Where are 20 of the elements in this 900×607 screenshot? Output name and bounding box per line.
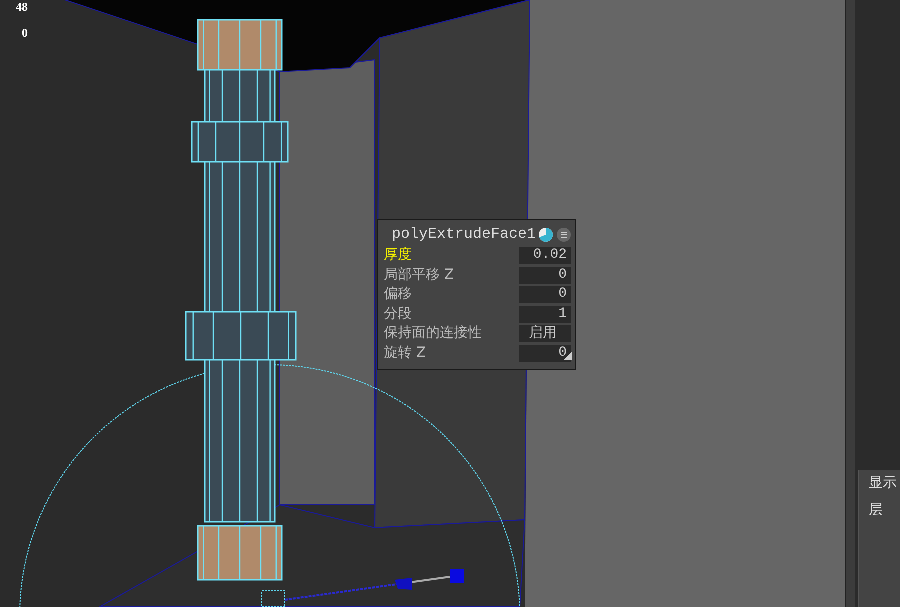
display-toggle-icon[interactable]: [538, 226, 554, 243]
popup-title: polyExtrudeFace1: [391, 226, 538, 242]
attribute-label[interactable]: 偏移: [382, 284, 519, 306]
attribute-label[interactable]: 旋转 Z: [382, 342, 519, 364]
attribute-value-field[interactable]: 1: [519, 306, 571, 323]
attribute-value-field[interactable]: 0: [519, 286, 571, 304]
attribute-label[interactable]: 厚度: [382, 245, 519, 266]
attribute-value-field[interactable]: 0: [519, 266, 571, 284]
hud-counter: 0: [21, 25, 28, 42]
attribute-value-field[interactable]: 0: [519, 344, 571, 362]
panel-menu-item[interactable]: 显示: [859, 470, 900, 497]
attribute-label[interactable]: 分段: [382, 304, 519, 325]
attribute-value-field[interactable]: 0.02: [519, 247, 571, 264]
panel-menu-item[interactable]: 层: [859, 497, 900, 524]
attribute-value-field[interactable]: 启用: [519, 325, 571, 342]
attribute-label[interactable]: 局部平移 Z: [382, 264, 519, 286]
move-manipulator-icon[interactable]: [262, 569, 464, 607]
attribute-label[interactable]: 保持面的连接性: [382, 323, 519, 344]
hud-counter: 48: [15, 0, 28, 16]
menu-icon[interactable]: [557, 228, 571, 242]
